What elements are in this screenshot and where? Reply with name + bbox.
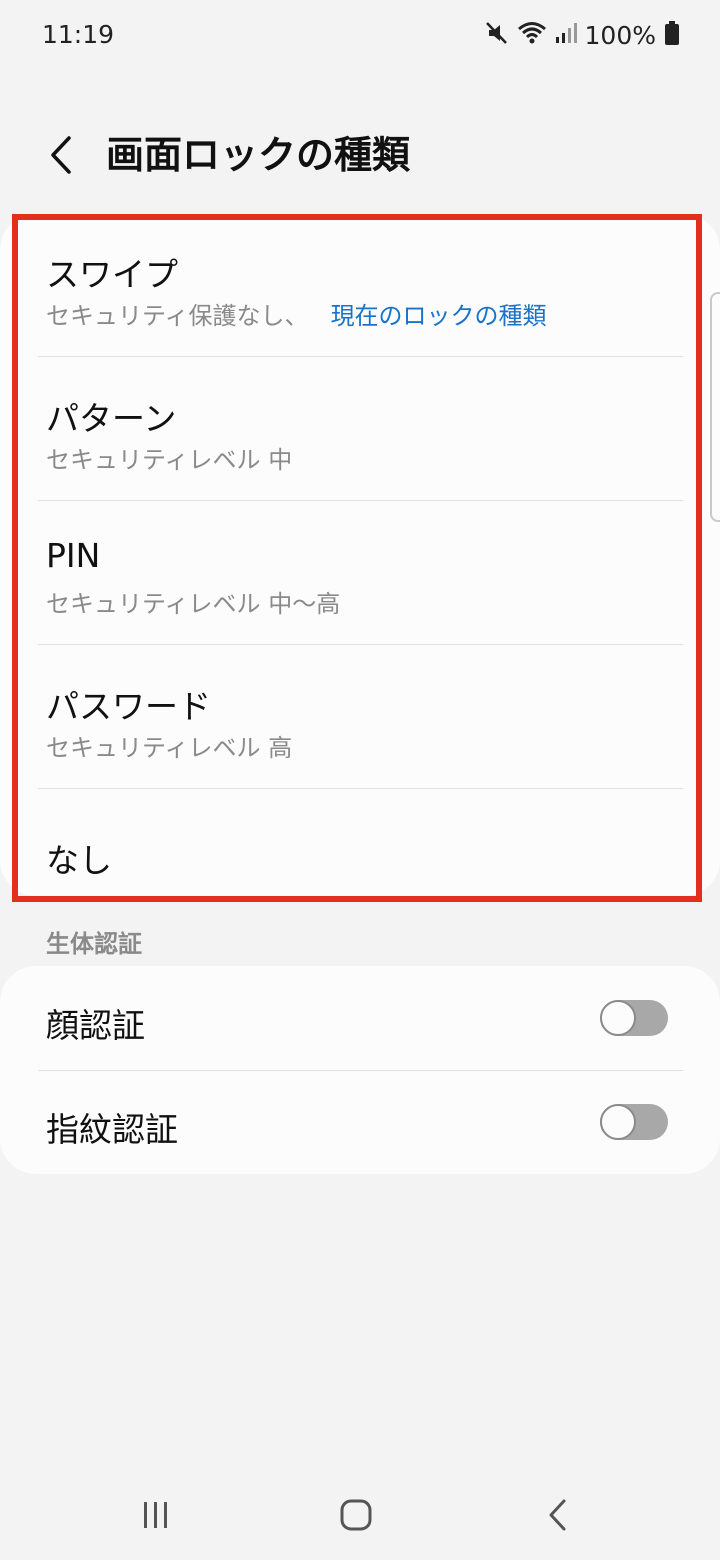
chevron-left-icon bbox=[51, 136, 71, 174]
lock-type-subtitle: セキュリティ保護なし、 現在のロックの種類 bbox=[46, 296, 547, 331]
divider bbox=[38, 500, 683, 501]
lock-type-pin[interactable]: PIN セキュリティレベル 中〜高 bbox=[0, 502, 720, 646]
face-recognition-toggle[interactable] bbox=[600, 1000, 668, 1036]
security-level-text: セキュリティ保護なし、 bbox=[46, 302, 309, 330]
lock-type-title: なし bbox=[46, 841, 112, 880]
page-title: 画面ロックの種類 bbox=[106, 133, 411, 177]
current-lock-type-label: 現在のロックの種類 bbox=[330, 302, 547, 330]
fingerprint-label: 指紋認証 bbox=[46, 1110, 178, 1149]
lock-type-pattern[interactable]: パターン セキュリティレベル 中 bbox=[0, 358, 720, 502]
lock-type-password[interactable]: パスワード セキュリティレベル 高 bbox=[0, 646, 720, 790]
toggle-knob bbox=[600, 1104, 636, 1140]
biometrics-list: 顔認証 指紋認証 bbox=[0, 966, 720, 1174]
status-icons: 100% bbox=[485, 18, 680, 52]
back-button[interactable] bbox=[36, 130, 86, 180]
divider bbox=[38, 644, 683, 645]
fingerprint-item[interactable]: 指紋認証 bbox=[0, 1070, 720, 1174]
face-recognition-item[interactable]: 顔認証 bbox=[0, 966, 720, 1070]
lock-type-title: パターン bbox=[46, 399, 177, 438]
divider bbox=[38, 788, 683, 789]
battery-icon bbox=[664, 20, 680, 50]
wifi-icon bbox=[517, 20, 547, 50]
lock-type-title: PIN bbox=[46, 536, 101, 575]
recent-apps-button[interactable] bbox=[116, 1480, 196, 1550]
header: 画面ロックの種類 bbox=[0, 110, 720, 200]
scrollbar[interactable] bbox=[710, 292, 720, 522]
home-icon bbox=[340, 1499, 372, 1531]
lock-type-swipe[interactable]: スワイプ セキュリティ保護なし、 現在のロックの種類 bbox=[0, 214, 720, 358]
fingerprint-toggle[interactable] bbox=[600, 1104, 668, 1140]
status-bar: 11:19 100% bbox=[0, 0, 720, 70]
lock-type-title: スワイプ bbox=[46, 255, 178, 294]
lock-type-subtitle: セキュリティレベル 中〜高 bbox=[46, 590, 341, 618]
lock-type-subtitle: セキュリティレベル 高 bbox=[46, 734, 293, 762]
lock-type-title: パスワード bbox=[46, 687, 211, 726]
face-recognition-label: 顔認証 bbox=[46, 1006, 145, 1045]
lock-type-none[interactable]: なし bbox=[0, 790, 720, 890]
mute-icon bbox=[485, 20, 509, 50]
signal-icon bbox=[555, 21, 577, 49]
section-label-biometrics: 生体認証 bbox=[46, 930, 142, 958]
status-time: 11:19 bbox=[42, 20, 115, 49]
toggle-knob bbox=[600, 1000, 636, 1036]
lock-type-subtitle: セキュリティレベル 中 bbox=[46, 446, 293, 474]
navigation-bar bbox=[0, 1480, 720, 1560]
back-icon bbox=[549, 1499, 566, 1531]
home-button[interactable] bbox=[316, 1480, 396, 1550]
back-nav-button[interactable] bbox=[518, 1480, 598, 1550]
recent-apps-icon bbox=[144, 1502, 167, 1528]
divider bbox=[38, 356, 683, 357]
battery-percent: 100% bbox=[584, 20, 656, 50]
lock-type-list: スワイプ セキュリティ保護なし、 現在のロックの種類 パターン セキュリティレベル… bbox=[0, 214, 720, 896]
